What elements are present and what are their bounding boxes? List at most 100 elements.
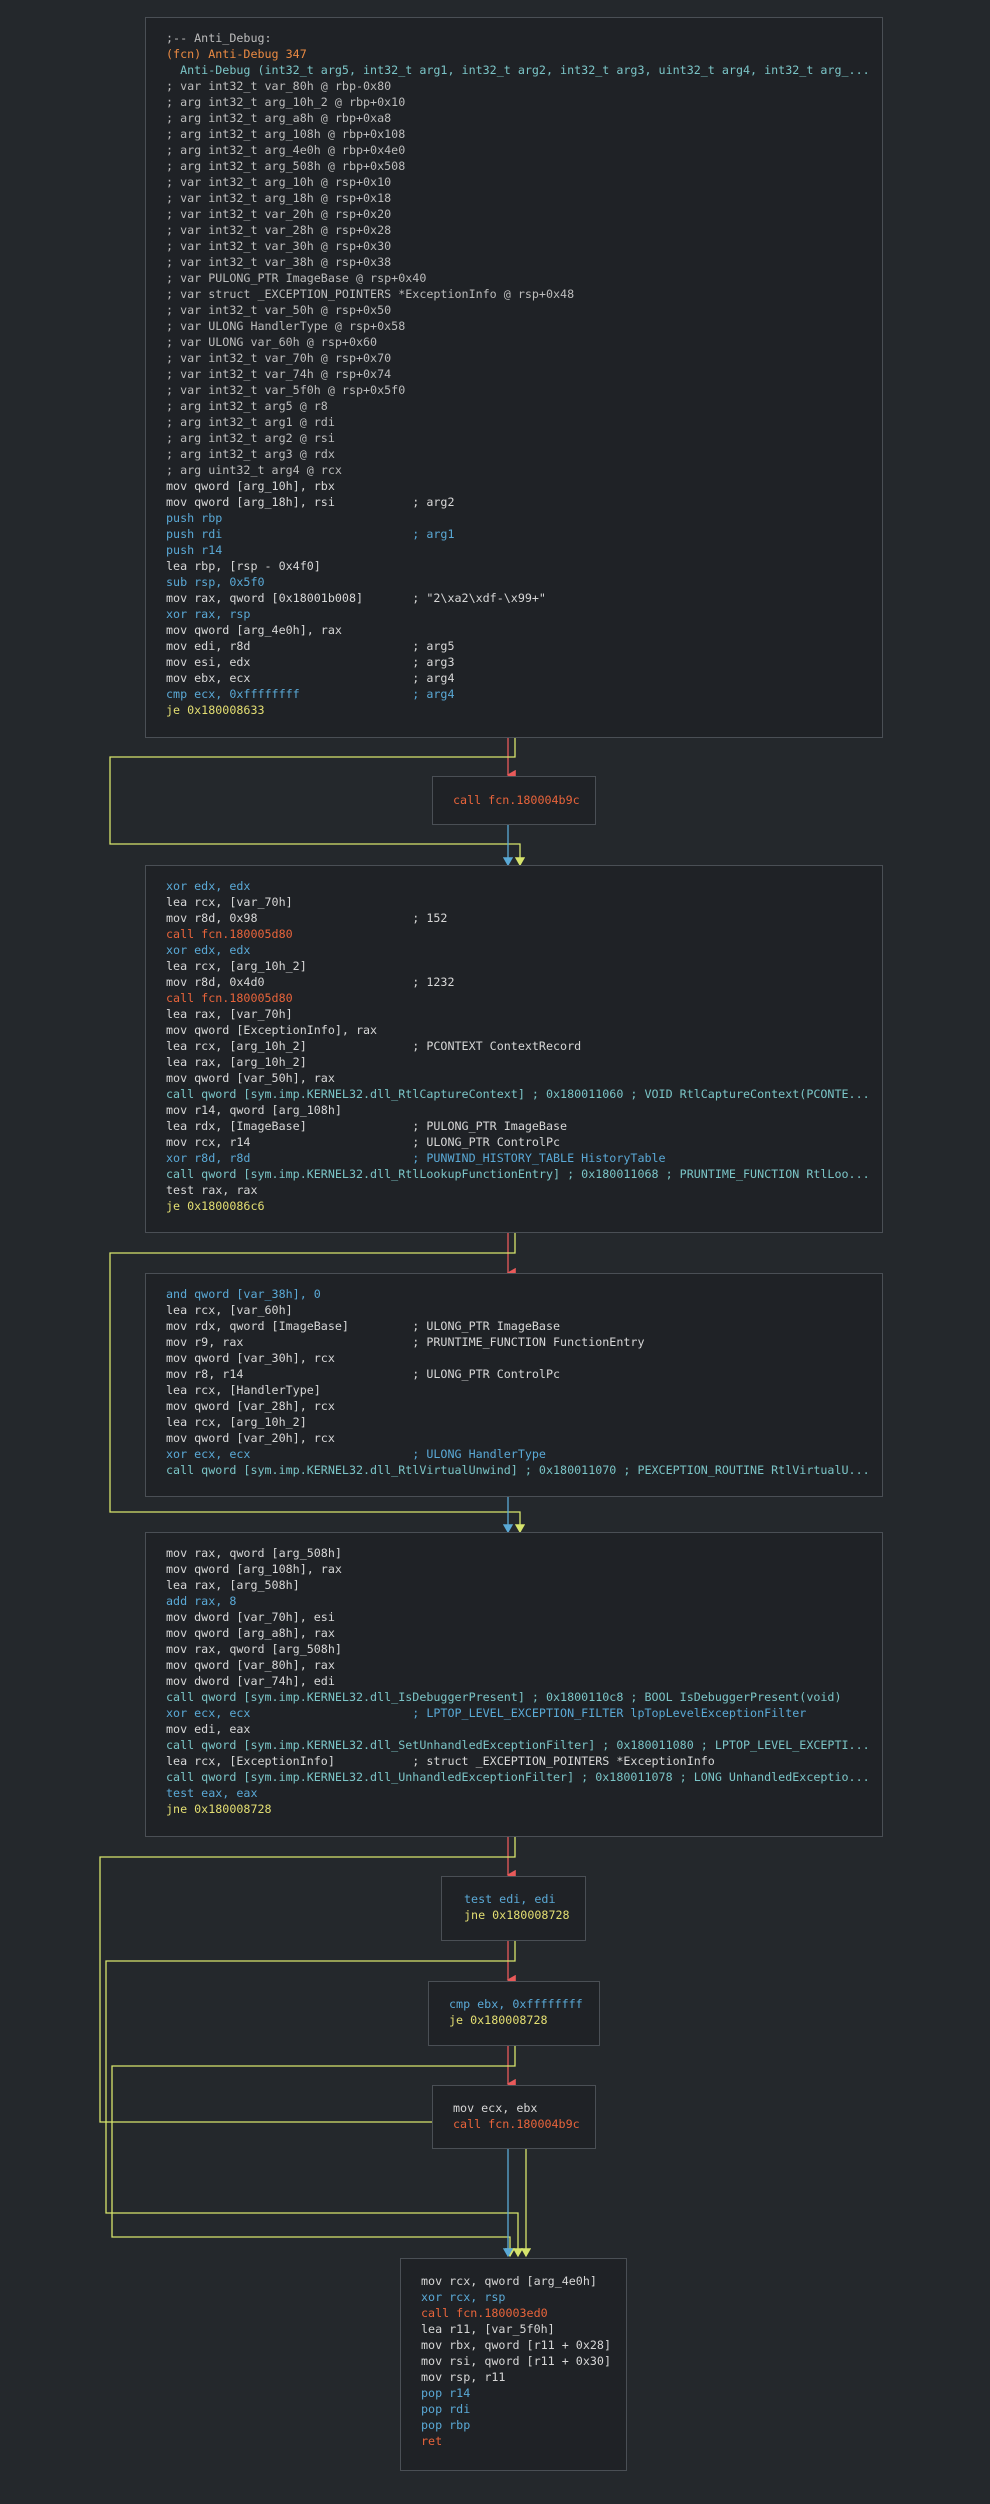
basic-block-capture-context[interactable]: xor edx, edx lea rcx, [var_70h] mov r8d, 0… bbox=[145, 865, 883, 1233]
instruction-line[interactable]: (fcn) Anti-Debug 347 bbox=[166, 46, 870, 62]
instruction-line[interactable]: push rdi ; arg1 bbox=[166, 526, 870, 542]
instruction-line[interactable]: ; var int32_t var_70h @ rsp+0x70 bbox=[166, 350, 870, 366]
instruction-line[interactable]: ; var struct _EXCEPTION_POINTERS *Except… bbox=[166, 286, 870, 302]
instruction-line[interactable]: ; var int32_t arg_18h @ rsp+0x18 bbox=[166, 190, 870, 206]
basic-block-cmp-ebx[interactable]: cmp ebx, 0xffffffff je 0x180008728 bbox=[428, 1981, 600, 2046]
instruction-line[interactable]: ; arg int32_t arg3 @ rdx bbox=[166, 446, 870, 462]
instruction-line[interactable]: sub rsp, 0x5f0 bbox=[166, 574, 870, 590]
instruction-line[interactable]: lea rcx, [var_60h] bbox=[166, 1302, 870, 1318]
instruction-line[interactable]: mov rcx, qword [arg_4e0h] bbox=[421, 2273, 614, 2289]
instruction-line[interactable]: mov qword [var_28h], rcx bbox=[166, 1398, 870, 1414]
instruction-line[interactable]: call fcn.180005d80 bbox=[166, 926, 870, 942]
instruction-line[interactable]: mov rax, qword [arg_508h] bbox=[166, 1641, 870, 1657]
instruction-line[interactable]: lea rdx, [ImageBase] ; PULONG_PTR ImageB… bbox=[166, 1118, 870, 1134]
instruction-line[interactable]: mov esi, edx ; arg3 bbox=[166, 654, 870, 670]
instruction-line[interactable]: mov r8d, 0x98 ; 152 bbox=[166, 910, 870, 926]
instruction-line[interactable]: mov rsp, r11 bbox=[421, 2369, 614, 2385]
instruction-line[interactable]: je 0x180008633 bbox=[166, 702, 870, 718]
instruction-line[interactable]: mov r8d, 0x4d0 ; 1232 bbox=[166, 974, 870, 990]
instruction-line[interactable]: mov qword [arg_4e0h], rax bbox=[166, 622, 870, 638]
instruction-line[interactable]: add rax, 8 bbox=[166, 1593, 870, 1609]
instruction-line[interactable]: call qword [sym.imp.KERNEL32.dll_Unhandl… bbox=[166, 1769, 870, 1785]
instruction-line[interactable]: xor rcx, rsp bbox=[421, 2289, 614, 2305]
instruction-line[interactable]: push rbp bbox=[166, 510, 870, 526]
instruction-line[interactable]: ; var int32_t var_20h @ rsp+0x20 bbox=[166, 206, 870, 222]
instruction-line[interactable]: ; var ULONG var_60h @ rsp+0x60 bbox=[166, 334, 870, 350]
instruction-line[interactable]: mov r14, qword [arg_108h] bbox=[166, 1102, 870, 1118]
instruction-line[interactable]: mov qword [var_50h], rax bbox=[166, 1070, 870, 1086]
instruction-line[interactable]: mov ebx, ecx ; arg4 bbox=[166, 670, 870, 686]
instruction-line[interactable]: mov edi, r8d ; arg5 bbox=[166, 638, 870, 654]
basic-block-entry[interactable]: ;-- Anti_Debug: (fcn) Anti-Debug 347 Anti… bbox=[145, 17, 883, 738]
instruction-line[interactable]: mov qword [arg_108h], rax bbox=[166, 1561, 870, 1577]
instruction-line[interactable]: ; var int32_t var_28h @ rsp+0x28 bbox=[166, 222, 870, 238]
instruction-line[interactable]: lea rcx, [arg_10h_2] bbox=[166, 1414, 870, 1430]
instruction-line[interactable]: ; var int32_t var_50h @ rsp+0x50 bbox=[166, 302, 870, 318]
basic-block-call-4b9c[interactable]: call fcn.180004b9c bbox=[432, 776, 596, 825]
instruction-line[interactable]: ret bbox=[421, 2433, 614, 2449]
instruction-line[interactable]: lea rcx, [arg_10h_2] bbox=[166, 958, 870, 974]
instruction-line[interactable]: Anti-Debug (int32_t arg5, int32_t arg1, … bbox=[166, 62, 870, 78]
instruction-line[interactable]: mov rdx, qword [ImageBase] ; ULONG_PTR I… bbox=[166, 1318, 870, 1334]
instruction-line[interactable]: ; arg uint32_t arg4 @ rcx bbox=[166, 462, 870, 478]
instruction-line[interactable]: call fcn.180003ed0 bbox=[421, 2305, 614, 2321]
basic-block-epilogue[interactable]: mov rcx, qword [arg_4e0h] xor rcx, rsp cal… bbox=[400, 2258, 627, 2471]
instruction-line[interactable]: ; arg int32_t arg_10h_2 @ rbp+0x10 bbox=[166, 94, 870, 110]
instruction-line[interactable]: je 0x1800086c6 bbox=[166, 1198, 870, 1214]
instruction-line[interactable]: jne 0x180008728 bbox=[166, 1801, 870, 1817]
instruction-line[interactable]: je 0x180008728 bbox=[449, 2012, 587, 2028]
instruction-line[interactable]: xor rax, rsp bbox=[166, 606, 870, 622]
instruction-line[interactable]: and qword [var_38h], 0 bbox=[166, 1286, 870, 1302]
instruction-line[interactable]: mov qword [arg_18h], rsi ; arg2 bbox=[166, 494, 870, 510]
instruction-line[interactable]: push r14 bbox=[166, 542, 870, 558]
instruction-line[interactable]: ; arg int32_t arg5 @ r8 bbox=[166, 398, 870, 414]
instruction-line[interactable]: mov edi, eax bbox=[166, 1721, 870, 1737]
instruction-line[interactable]: ; arg int32_t arg1 @ rdi bbox=[166, 414, 870, 430]
instruction-line[interactable]: ; var int32_t var_5f0h @ rsp+0x5f0 bbox=[166, 382, 870, 398]
instruction-line[interactable]: mov qword [arg_10h], rbx bbox=[166, 478, 870, 494]
instruction-line[interactable]: test eax, eax bbox=[166, 1785, 870, 1801]
instruction-line[interactable]: ; var PULONG_PTR ImageBase @ rsp+0x40 bbox=[166, 270, 870, 286]
instruction-line[interactable]: mov ecx, ebx bbox=[453, 2100, 583, 2116]
instruction-line[interactable]: mov rcx, r14 ; ULONG_PTR ControlPc bbox=[166, 1134, 870, 1150]
instruction-line[interactable]: call qword [sym.imp.KERNEL32.dll_RtlLook… bbox=[166, 1166, 870, 1182]
basic-block-test-edi[interactable]: test edi, edi jne 0x180008728 bbox=[441, 1876, 586, 1941]
instruction-line[interactable]: lea rax, [arg_508h] bbox=[166, 1577, 870, 1593]
instruction-line[interactable]: xor r8d, r8d ; PUNWIND_HISTORY_TABLE His… bbox=[166, 1150, 870, 1166]
instruction-line[interactable]: pop r14 bbox=[421, 2385, 614, 2401]
instruction-line[interactable]: test rax, rax bbox=[166, 1182, 870, 1198]
instruction-line[interactable]: call qword [sym.imp.KERNEL32.dll_SetUnha… bbox=[166, 1737, 870, 1753]
instruction-line[interactable]: mov qword [var_20h], rcx bbox=[166, 1430, 870, 1446]
instruction-line[interactable]: xor ecx, ecx ; LPTOP_LEVEL_EXCEPTION_FIL… bbox=[166, 1705, 870, 1721]
instruction-line[interactable]: lea rcx, [arg_10h_2] ; PCONTEXT ContextR… bbox=[166, 1038, 870, 1054]
instruction-line[interactable]: mov rbx, qword [r11 + 0x28] bbox=[421, 2337, 614, 2353]
instruction-line[interactable]: pop rdi bbox=[421, 2401, 614, 2417]
instruction-line[interactable]: ; var ULONG HandlerType @ rsp+0x58 bbox=[166, 318, 870, 334]
instruction-line[interactable]: ; var int32_t var_74h @ rsp+0x74 bbox=[166, 366, 870, 382]
instruction-line[interactable]: call qword [sym.imp.KERNEL32.dll_RtlCapt… bbox=[166, 1086, 870, 1102]
instruction-line[interactable]: mov qword [arg_a8h], rax bbox=[166, 1625, 870, 1641]
instruction-line[interactable]: lea rcx, [var_70h] bbox=[166, 894, 870, 910]
instruction-line[interactable]: ; var int32_t arg_10h @ rsp+0x10 bbox=[166, 174, 870, 190]
instruction-line[interactable]: ; var int32_t var_30h @ rsp+0x30 bbox=[166, 238, 870, 254]
instruction-line[interactable]: cmp ecx, 0xffffffff ; arg4 bbox=[166, 686, 870, 702]
instruction-line[interactable]: cmp ebx, 0xffffffff bbox=[449, 1996, 587, 2012]
instruction-line[interactable]: ; arg int32_t arg_4e0h @ rbp+0x4e0 bbox=[166, 142, 870, 158]
instruction-line[interactable]: ; var int32_t var_80h @ rbp-0x80 bbox=[166, 78, 870, 94]
instruction-line[interactable]: ;-- Anti_Debug: bbox=[166, 30, 870, 46]
instruction-line[interactable]: call fcn.180004b9c bbox=[453, 2116, 583, 2132]
instruction-line[interactable]: ; arg int32_t arg_108h @ rbp+0x108 bbox=[166, 126, 870, 142]
instruction-line[interactable]: lea r11, [var_5f0h] bbox=[421, 2321, 614, 2337]
instruction-line[interactable]: lea rcx, [ExceptionInfo] ; struct _EXCEP… bbox=[166, 1753, 870, 1769]
instruction-line[interactable]: call qword [sym.imp.KERNEL32.dll_RtlVirt… bbox=[166, 1462, 870, 1478]
instruction-line[interactable]: lea rax, [arg_10h_2] bbox=[166, 1054, 870, 1070]
instruction-line[interactable]: pop rbp bbox=[421, 2417, 614, 2433]
basic-block-virtual-unwind[interactable]: and qword [var_38h], 0 lea rcx, [var_60h]… bbox=[145, 1273, 883, 1497]
instruction-line[interactable]: call fcn.180005d80 bbox=[166, 990, 870, 1006]
instruction-line[interactable]: ; var int32_t var_38h @ rsp+0x38 bbox=[166, 254, 870, 270]
instruction-line[interactable]: mov r9, rax ; PRUNTIME_FUNCTION Function… bbox=[166, 1334, 870, 1350]
instruction-line[interactable]: mov dword [var_74h], edi bbox=[166, 1673, 870, 1689]
instruction-line[interactable]: ; arg int32_t arg_508h @ rbp+0x508 bbox=[166, 158, 870, 174]
instruction-line[interactable]: xor edx, edx bbox=[166, 942, 870, 958]
instruction-line[interactable]: ; arg int32_t arg2 @ rsi bbox=[166, 430, 870, 446]
